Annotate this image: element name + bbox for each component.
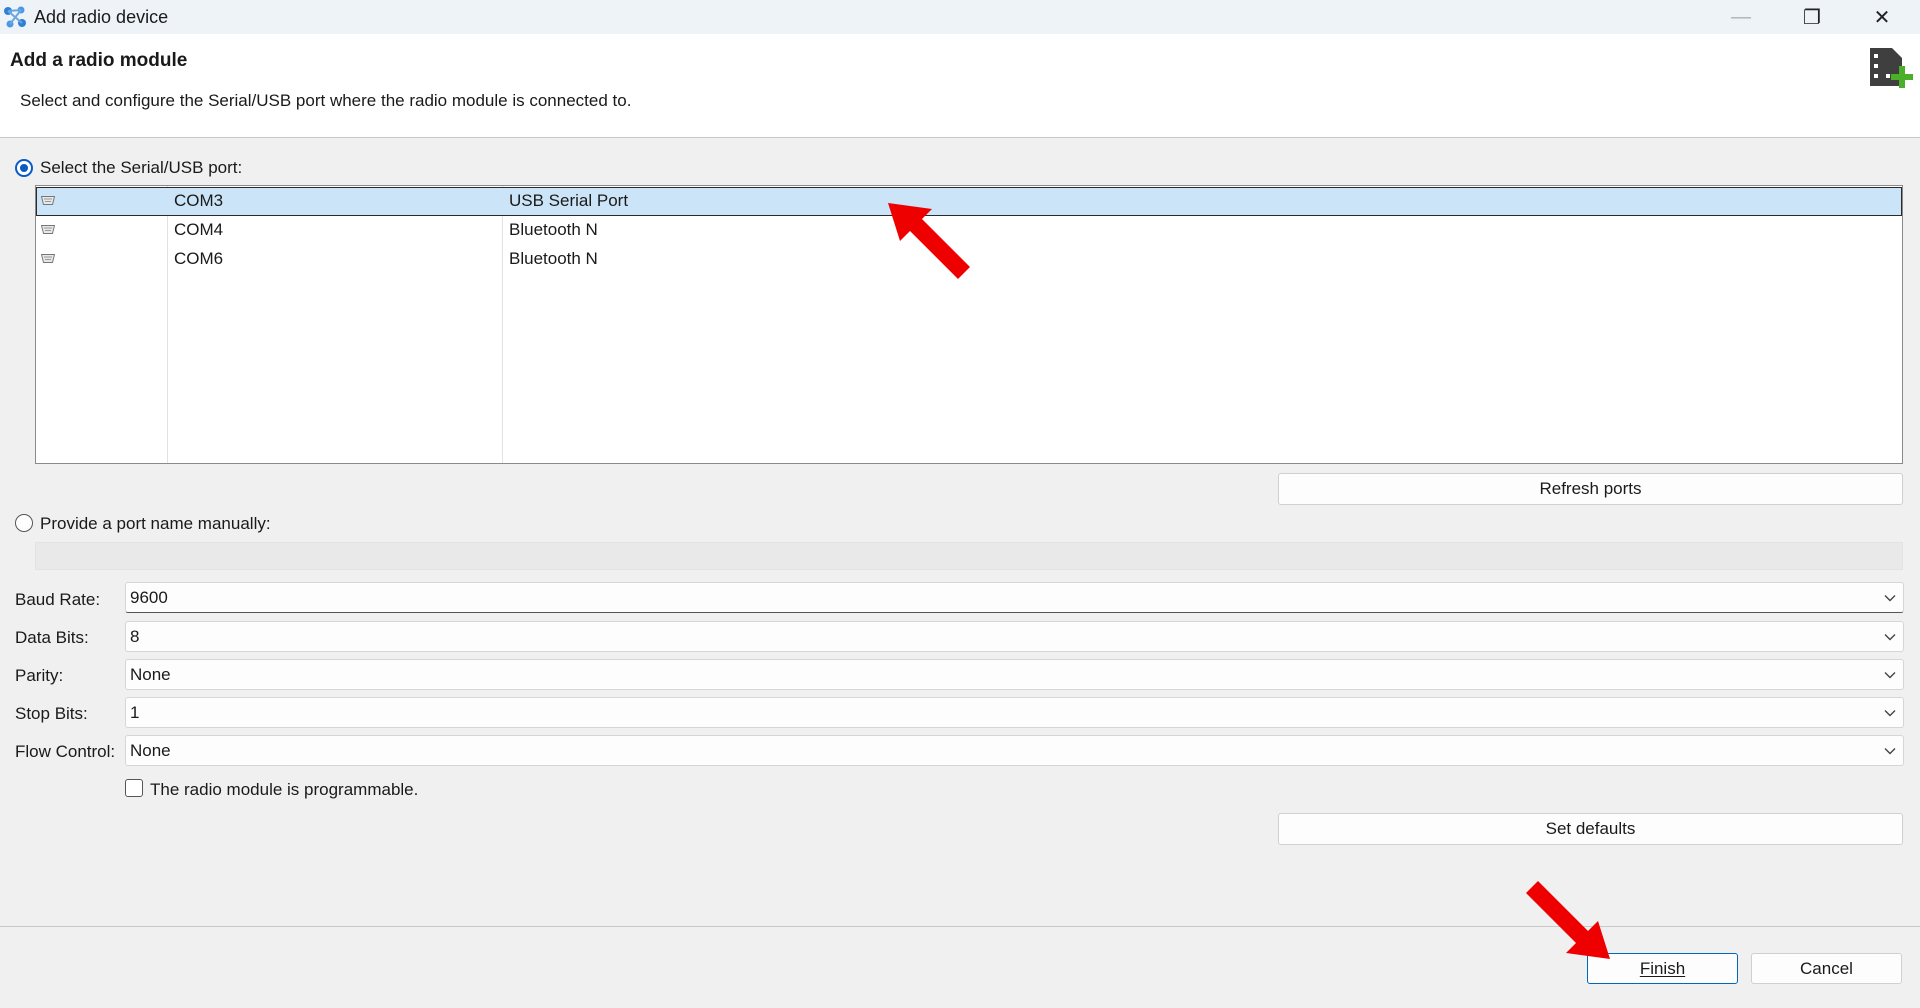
arrow-shape [888, 203, 970, 279]
serial-port-icon [41, 196, 55, 205]
minimize-icon: — [1731, 5, 1751, 28]
parity-value: None [130, 665, 171, 684]
port-name: COM4 [174, 220, 224, 239]
window-title: Add radio device [34, 7, 169, 27]
close-button[interactable]: ✕ [1853, 0, 1911, 34]
minimize-button[interactable]: — [1712, 0, 1770, 34]
baud-rate-value: 9600 [130, 588, 168, 607]
programmable-checkbox-label: The radio module is programmable. [150, 780, 419, 799]
refresh-ports-label: Refresh ports [1539, 479, 1642, 498]
serial-port-radio-label: Select the Serial/USB port: [40, 158, 243, 177]
flow-control-value: None [130, 741, 171, 760]
parity-select[interactable]: None [125, 659, 1904, 690]
stop-bits-value: 1 [130, 703, 140, 722]
baud-rate-label: Baud Rate: [15, 590, 101, 609]
chevron-down-icon [1884, 672, 1896, 679]
programmable-checkbox[interactable] [125, 779, 143, 797]
baud-rate-select[interactable]: 9600 [125, 582, 1904, 613]
dialog-header: Add a radio module Select and configure … [0, 34, 1920, 138]
port-description: Bluetooth N [509, 249, 598, 268]
port-name: COM3 [174, 191, 224, 210]
annotation-arrow-icon [888, 203, 970, 279]
set-defaults-button[interactable]: Set defaults [1278, 813, 1903, 845]
chevron-down-icon [1884, 595, 1896, 602]
finish-label: Finish [1639, 958, 1686, 978]
arrow-shape [1526, 881, 1610, 959]
cancel-button[interactable]: Cancel [1751, 953, 1902, 984]
footer-divider [0, 926, 1920, 927]
port-description: USB Serial Port [509, 191, 629, 210]
restore-icon: ❐ [1803, 6, 1821, 29]
page-title: Add a radio module [10, 50, 188, 71]
flow-control-select[interactable]: None [125, 735, 1904, 766]
annotation-arrow-icon [1526, 881, 1610, 959]
manual-port-input[interactable] [35, 542, 1903, 570]
title-bar: Add radio device — ❐ ✕ [0, 0, 1920, 34]
data-bits-value: 8 [130, 627, 140, 646]
chevron-down-icon [1884, 710, 1896, 717]
serial-port-radio[interactable] [15, 159, 33, 177]
stop-bits-label: Stop Bits: [15, 704, 88, 723]
manual-port-radio[interactable] [15, 514, 33, 532]
serial-port-icon [41, 254, 55, 263]
chevron-down-icon [1884, 634, 1896, 641]
radio-module-add-icon [1870, 48, 1913, 88]
port-description: Bluetooth N [509, 220, 598, 239]
set-defaults-label: Set defaults [1545, 819, 1636, 838]
data-bits-select[interactable]: 8 [125, 621, 1904, 652]
app-icon [4, 6, 26, 28]
data-bits-label: Data Bits: [15, 628, 89, 647]
page-subtitle: Select and configure the Serial/USB port… [20, 91, 632, 110]
close-icon: ✕ [1873, 6, 1891, 29]
cancel-label: Cancel [1800, 958, 1853, 978]
parity-label: Parity: [15, 666, 64, 685]
flow-control-label: Flow Control: [15, 742, 116, 761]
chevron-down-icon [1884, 748, 1896, 755]
stop-bits-select[interactable]: 1 [125, 697, 1904, 728]
port-name: COM6 [174, 249, 224, 268]
restore-button[interactable]: ❐ [1783, 0, 1841, 34]
refresh-ports-button[interactable]: Refresh ports [1278, 473, 1903, 505]
manual-port-radio-label: Provide a port name manually: [40, 514, 271, 533]
serial-port-icon [41, 225, 55, 234]
